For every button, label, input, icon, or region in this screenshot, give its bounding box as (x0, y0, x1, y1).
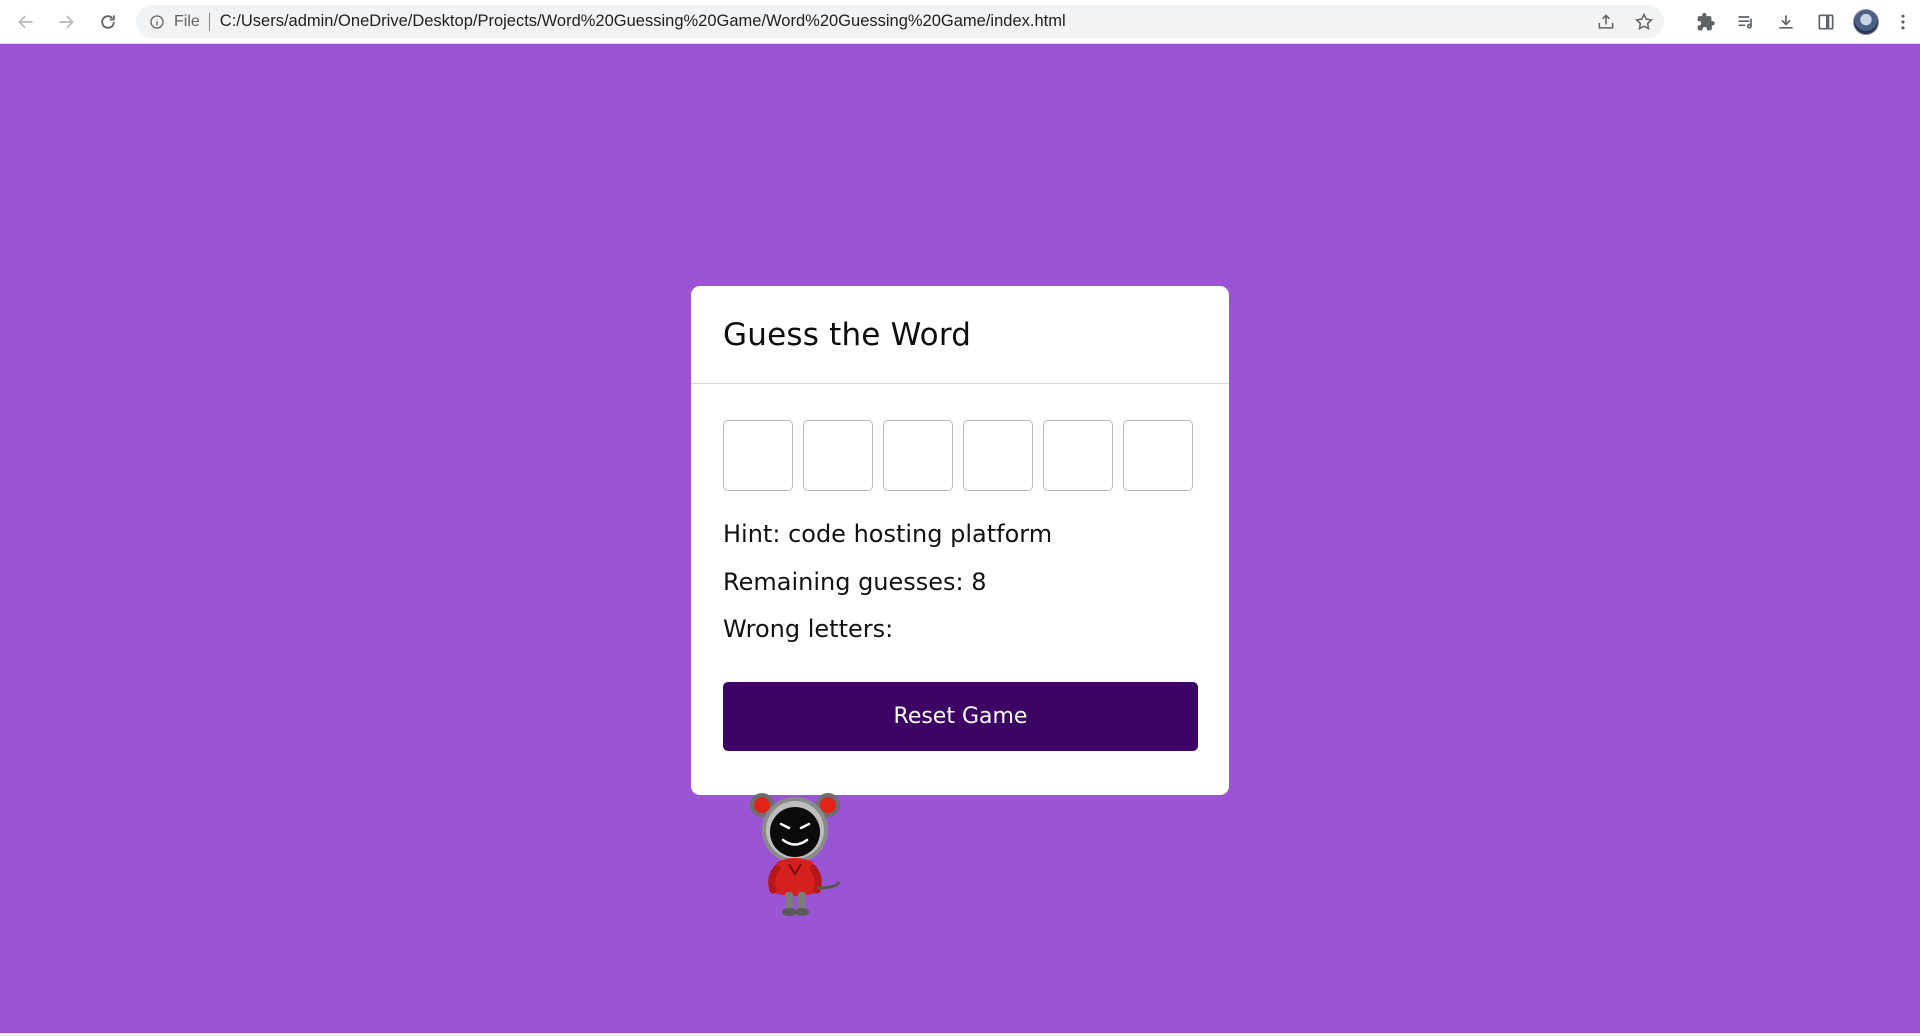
letter-input-4[interactable] (963, 420, 1033, 491)
menu-kebab-icon[interactable] (1886, 0, 1920, 44)
wrong-letters-label: Wrong letters: (723, 615, 894, 643)
reload-icon (101, 15, 115, 29)
extensions-bar (1686, 0, 1920, 44)
hint-label: Hint: (723, 520, 781, 548)
bookmark-star-icon[interactable] (1634, 12, 1654, 32)
card-header: Guess the Word (691, 286, 1229, 384)
share-icon[interactable] (1596, 12, 1616, 32)
media-queue-icon[interactable] (1726, 0, 1766, 44)
download-icon[interactable] (1766, 0, 1806, 44)
address-separator (208, 12, 210, 31)
info-icon[interactable] (148, 13, 166, 31)
letter-input-3[interactable] (883, 420, 953, 491)
browser-toolbar: File C:/Users/admin/OneDrive/Desktop/Pro… (0, 0, 1920, 44)
reset-game-button[interactable]: Reset Game (723, 682, 1198, 751)
address-bar-actions (1596, 5, 1654, 38)
remaining-guesses: Remaining guesses: 8 (723, 568, 987, 596)
letter-inputs (723, 420, 1193, 491)
reload-button[interactable] (88, 0, 128, 44)
game-card: Guess the Word Hint: code hosting platfo… (691, 286, 1229, 795)
wrong-letters: Wrong letters: (723, 615, 893, 643)
back-button[interactable] (6, 0, 46, 44)
hint-value: code hosting platform (788, 520, 1053, 548)
side-panel-icon[interactable] (1806, 0, 1846, 44)
arrow-left-icon (18, 15, 33, 29)
arrow-right-icon (59, 15, 74, 29)
hint-text: Hint: code hosting platform (723, 520, 1052, 548)
letter-input-5[interactable] (1043, 420, 1113, 491)
letter-input-1[interactable] (723, 420, 793, 491)
letter-input-6[interactable] (1123, 420, 1193, 491)
letter-input-2[interactable] (803, 420, 873, 491)
page-title: Guess the Word (723, 316, 972, 353)
forward-button[interactable] (46, 0, 86, 44)
mascot-character-image (750, 793, 841, 916)
file-scheme-label: File (174, 12, 200, 30)
avatar (1853, 9, 1879, 35)
extensions-puzzle-icon[interactable] (1686, 0, 1726, 44)
url-text[interactable]: C:/Users/admin/OneDrive/Desktop/Projects… (220, 12, 1066, 31)
profile-avatar[interactable] (1846, 0, 1886, 44)
address-bar[interactable]: File C:/Users/admin/OneDrive/Desktop/Pro… (136, 5, 1664, 38)
remaining-label: Remaining guesses: (723, 568, 964, 596)
remaining-value: 8 (971, 568, 987, 596)
